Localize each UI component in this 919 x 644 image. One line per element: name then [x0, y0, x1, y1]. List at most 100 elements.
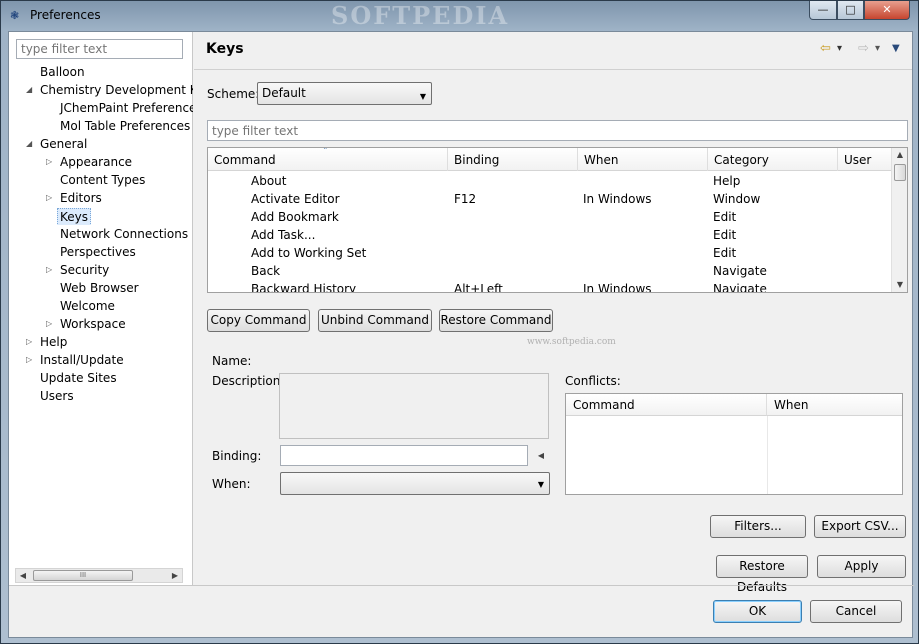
- tree-item[interactable]: ▷ Editors: [9, 189, 193, 207]
- expand-toggle-icon[interactable]: ▷: [46, 315, 56, 333]
- conflicts-header-when[interactable]: When: [767, 394, 902, 416]
- unbind-command-button[interactable]: Unbind Command: [318, 309, 432, 332]
- expand-toggle-icon[interactable]: ▷: [26, 351, 36, 369]
- title-bar[interactable]: ❃ Preferences SOFTPEDIA — □ ✕: [1, 1, 918, 31]
- tree-item[interactable]: Keys: [9, 207, 193, 225]
- expand-toggle-icon[interactable]: ▷: [46, 153, 56, 171]
- tree-item[interactable]: ▷ Install/Update: [9, 351, 193, 369]
- binding-menu-icon[interactable]: ◀: [533, 445, 549, 466]
- table-row[interactable]: Add Task... Edit: [208, 226, 892, 244]
- preferences-window: ❃ Preferences SOFTPEDIA — □ ✕ Balloon ◢ Ch…: [0, 0, 919, 644]
- tree-item[interactable]: Network Connections: [9, 225, 193, 243]
- maximize-button[interactable]: □: [837, 1, 864, 20]
- table-cell: Backward History: [251, 282, 357, 293]
- chevron-down-icon: ▼: [537, 480, 544, 489]
- tree-item[interactable]: Mol Table Preferences: [9, 117, 193, 135]
- binding-input[interactable]: [280, 445, 528, 466]
- scroll-thumb[interactable]: III: [33, 570, 133, 581]
- chevron-down-icon: ▼: [419, 92, 426, 101]
- tree-item[interactable]: ◢ Chemistry Development Kit: [9, 81, 193, 99]
- sort-ascending-icon: ˄: [323, 147, 328, 157]
- tree-item[interactable]: ▷ Appearance: [9, 153, 193, 171]
- commands-vertical-scrollbar[interactable]: ▲ ▼: [891, 148, 907, 292]
- expand-toggle-icon[interactable]: ▷: [26, 333, 36, 351]
- tree-item[interactable]: Update Sites: [9, 369, 193, 387]
- scroll-left-icon[interactable]: ◀: [16, 569, 30, 582]
- tree-item-label: Mol Table Preferences: [60, 119, 191, 133]
- tree-item-label: Users: [40, 389, 74, 403]
- tree-item-label: Chemistry Development Kit: [40, 83, 193, 97]
- ok-button[interactable]: OK: [713, 600, 802, 623]
- apply-button[interactable]: Apply: [817, 555, 906, 578]
- column-header-category[interactable]: Category: [708, 148, 838, 171]
- scheme-value: Default: [262, 86, 306, 100]
- description-field: [279, 373, 549, 439]
- copy-command-button[interactable]: Copy Command: [207, 309, 310, 332]
- expand-toggle-icon[interactable]: ◢: [26, 135, 36, 153]
- scroll-thumb[interactable]: [894, 164, 906, 181]
- tree-horizontal-scrollbar[interactable]: ◀ III ▶: [15, 568, 183, 583]
- tree-item[interactable]: ▷ Security: [9, 261, 193, 279]
- tree-item-label: Security: [60, 263, 110, 277]
- description-label: Description:: [212, 374, 285, 388]
- when-label: When:: [212, 477, 251, 491]
- tree-item[interactable]: ▷ Help: [9, 333, 193, 351]
- keys-filter-input[interactable]: [207, 120, 908, 141]
- when-select[interactable]: ▼: [280, 472, 550, 495]
- forward-arrow-icon[interactable]: ⇨: [858, 40, 869, 58]
- expand-toggle-icon[interactable]: ▷: [46, 261, 56, 279]
- scroll-down-icon[interactable]: ▼: [892, 278, 907, 292]
- tree-item-label: Welcome: [60, 299, 115, 313]
- view-menu-icon[interactable]: ▼: [892, 40, 900, 58]
- table-cell: Navigate: [713, 264, 767, 278]
- column-header-command[interactable]: Command ˄: [208, 148, 448, 171]
- table-row[interactable]: Backward History Alt+Left In Windows Naviga…: [208, 280, 892, 293]
- tree-item[interactable]: Web Browser: [9, 279, 193, 297]
- tree-item-label: Perspectives: [60, 245, 136, 259]
- conflicts-header-command[interactable]: Command: [566, 394, 767, 416]
- table-row[interactable]: Add Bookmark Edit: [208, 208, 892, 226]
- forward-menu-icon[interactable]: ▾: [875, 40, 880, 58]
- table-cell: Window: [713, 192, 761, 206]
- column-divider: [767, 416, 768, 494]
- column-header-binding[interactable]: Binding: [448, 148, 578, 171]
- table-row[interactable]: Add to Working Set Edit: [208, 244, 892, 262]
- commands-table[interactable]: Command ˄ Binding When Category User Abo…: [207, 147, 908, 293]
- tree-item[interactable]: Perspectives: [9, 243, 193, 261]
- scroll-right-icon[interactable]: ▶: [168, 569, 182, 582]
- restore-defaults-button[interactable]: Restore Defaults: [716, 555, 808, 594]
- tree-item[interactable]: Balloon: [9, 63, 193, 81]
- conflicts-table[interactable]: Command When: [565, 393, 903, 495]
- close-button[interactable]: ✕: [864, 1, 910, 20]
- expand-toggle-icon[interactable]: ▷: [46, 189, 56, 207]
- tree-item[interactable]: ◢ General: [9, 135, 193, 153]
- tree-item-label: Network Connections: [60, 227, 189, 241]
- tree-item[interactable]: Content Types: [9, 171, 193, 189]
- filters-button[interactable]: Filters...: [710, 515, 806, 538]
- back-menu-icon[interactable]: ▾: [837, 40, 842, 58]
- export-csv-button[interactable]: Export CSV...: [814, 515, 906, 538]
- table-row[interactable]: Back Navigate: [208, 262, 892, 280]
- tree-item-label: Keys: [57, 208, 92, 225]
- scroll-up-icon[interactable]: ▲: [892, 148, 907, 162]
- tree-item-label: General: [40, 137, 88, 151]
- cancel-button[interactable]: Cancel: [810, 600, 902, 623]
- expand-toggle-icon[interactable]: ◢: [26, 81, 36, 99]
- tree-filter-input[interactable]: [16, 39, 183, 59]
- restore-command-button[interactable]: Restore Command: [439, 309, 553, 332]
- table-cell: Edit: [713, 228, 737, 242]
- table-row[interactable]: About Help: [208, 172, 892, 190]
- tree-item[interactable]: JChemPaint Preference: [9, 99, 193, 117]
- binding-label: Binding:: [212, 449, 262, 463]
- conflicts-label: Conflicts:: [565, 374, 621, 388]
- tree-item[interactable]: Welcome: [9, 297, 193, 315]
- watermark: SOFTPEDIA: [331, 1, 510, 30]
- scheme-select[interactable]: Default ▼: [257, 82, 432, 105]
- tree-item[interactable]: Users: [9, 387, 193, 405]
- column-header-user[interactable]: User: [838, 148, 892, 171]
- tree-item[interactable]: ▷ Workspace: [9, 315, 193, 333]
- minimize-button[interactable]: —: [809, 1, 837, 20]
- column-header-when[interactable]: When: [578, 148, 708, 171]
- back-arrow-icon[interactable]: ⇦: [820, 40, 831, 58]
- table-row[interactable]: Activate Editor F12 In Windows Window: [208, 190, 892, 208]
